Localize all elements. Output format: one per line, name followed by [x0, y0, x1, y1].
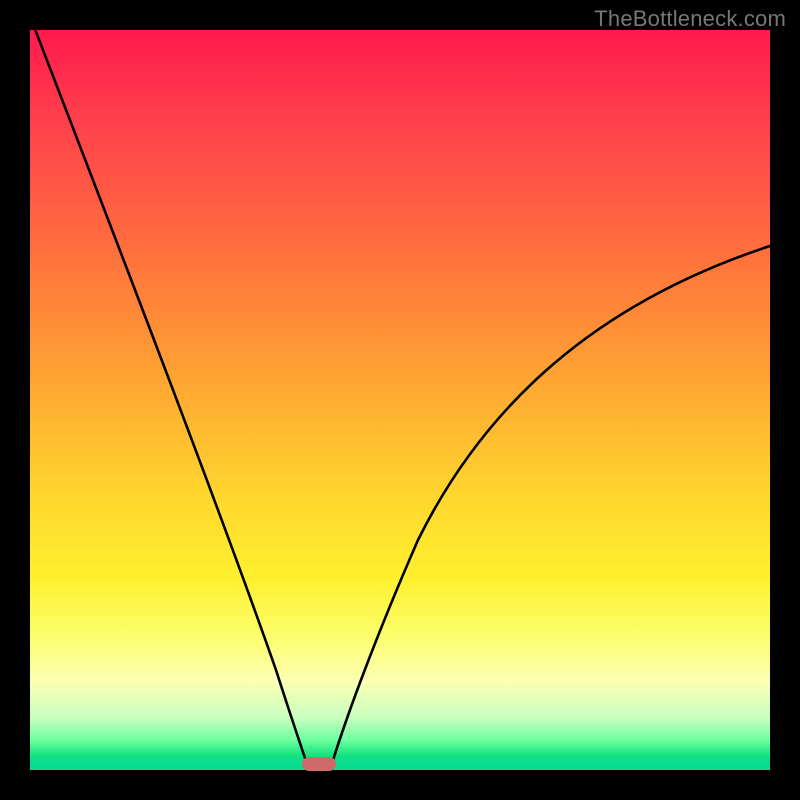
- watermark-text: TheBottleneck.com: [594, 6, 786, 32]
- plot-area: [30, 30, 770, 770]
- curve-path: [33, 30, 770, 770]
- chart-frame: TheBottleneck.com: [0, 0, 800, 800]
- optimal-marker: [302, 757, 336, 771]
- bottleneck-curve: [30, 30, 770, 770]
